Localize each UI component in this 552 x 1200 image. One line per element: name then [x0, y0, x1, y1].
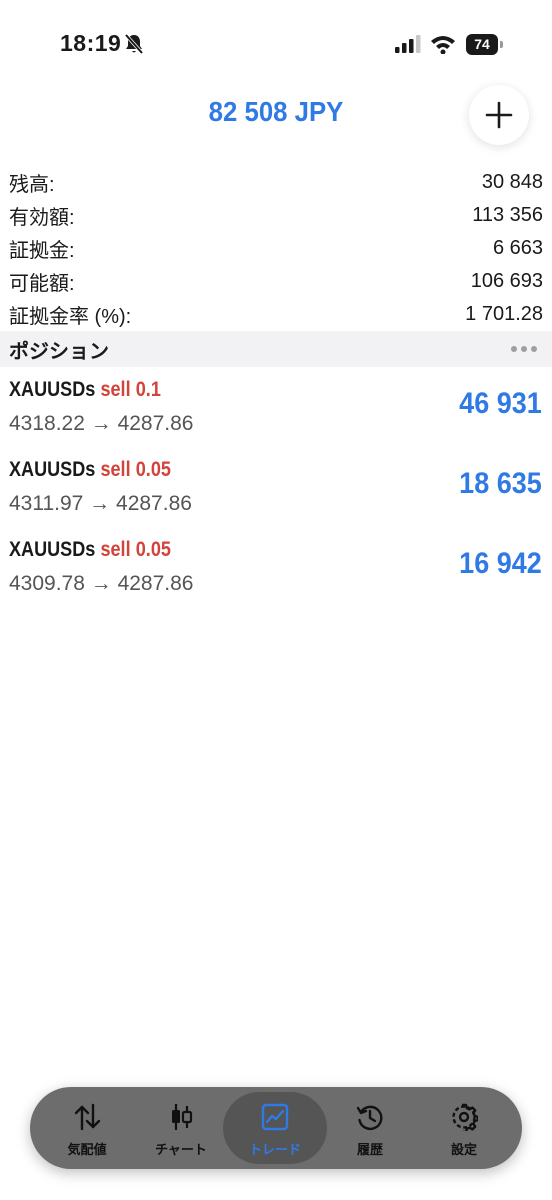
- position-symbol: XAUUSDs: [9, 458, 96, 481]
- position-prices: 4311.97 → 4287.86: [9, 492, 192, 515]
- position-row[interactable]: XAUUSDs sell 0.1 4318.22 → 4287.86 46 931: [0, 372, 552, 452]
- tab-label: トレード: [248, 1142, 301, 1157]
- position-row[interactable]: XAUUSDs sell 0.05 4309.78 → 4287.86 16 942: [0, 532, 552, 612]
- summary-row-balance: 残高: 30 848: [0, 166, 552, 199]
- tab-label: 設定: [450, 1142, 477, 1157]
- arrows-up-down-icon: [74, 1103, 101, 1131]
- battery-level: 74: [466, 34, 498, 55]
- position-prices: 4318.22 → 4287.86: [9, 412, 194, 435]
- tab-label: 履歴: [356, 1142, 383, 1157]
- plus-icon: [485, 101, 513, 129]
- position-side: sell: [100, 378, 131, 401]
- position-volume: 0.05: [135, 538, 171, 561]
- position-symbol: XAUUSDs: [9, 378, 96, 401]
- gear-icon: [452, 1103, 478, 1131]
- summary-value: 6 663: [492, 237, 543, 259]
- positions-section-header: ポジション: [0, 331, 552, 367]
- position-prices: 4309.78 → 4287.86: [9, 572, 194, 595]
- position-symbol: XAUUSDs: [9, 538, 96, 561]
- summary-label: 証拠金率 (%):: [9, 306, 132, 328]
- summary-row-margin-level: 証拠金率 (%): 1 701.28: [0, 298, 552, 331]
- summary-label: 有効額:: [9, 207, 75, 229]
- status-time: 18:19: [60, 30, 122, 56]
- summary-label: 証拠金:: [9, 240, 75, 262]
- summary-label: 可能額:: [9, 273, 75, 295]
- bell-slash-icon: [124, 33, 144, 55]
- page-title: 82 508 JPY: [208, 96, 344, 127]
- add-order-button[interactable]: [469, 85, 529, 145]
- summary-row-margin: 証拠金: 6 663: [0, 232, 552, 265]
- trade-chart-icon: [261, 1103, 289, 1131]
- signal-icon: [395, 35, 421, 53]
- summary-value: 113 356: [472, 204, 543, 226]
- status-bar: 18:19 74: [0, 0, 552, 90]
- summary-value: 30 848: [481, 171, 543, 193]
- position-row[interactable]: XAUUSDs sell 0.05 4311.97 → 4287.86 18 635: [0, 452, 552, 532]
- account-summary: 残高: 30 848 有効額: 113 356 証拠金: 6 663 可能額: …: [0, 166, 552, 331]
- summary-label: 残高:: [9, 174, 55, 196]
- tab-chart[interactable]: チャート: [134, 1087, 228, 1169]
- tab-label: チャート: [155, 1142, 207, 1157]
- position-profit: 18 635: [459, 467, 542, 500]
- position-side: sell: [100, 458, 131, 481]
- wifi-icon: [431, 36, 455, 54]
- position-profit: 46 931: [459, 387, 542, 420]
- more-options-icon[interactable]: [511, 346, 543, 352]
- summary-value: 1 701.28: [465, 303, 543, 325]
- tab-bar: 気配値 チャート トレード 履歴 設定: [30, 1087, 522, 1169]
- position-side: sell: [100, 538, 131, 561]
- tab-quotes[interactable]: 気配値: [40, 1087, 134, 1169]
- position-title: XAUUSDs sell 0.05: [9, 538, 171, 562]
- tab-settings[interactable]: 設定: [417, 1087, 511, 1169]
- candlestick-icon: [172, 1104, 193, 1130]
- summary-row-equity: 有効額: 113 356: [0, 199, 552, 232]
- tab-label: 気配値: [67, 1142, 107, 1157]
- history-icon: [356, 1105, 383, 1131]
- summary-value: 106 693: [470, 270, 543, 292]
- position-profit: 16 942: [459, 547, 542, 580]
- section-title: ポジション: [9, 340, 109, 363]
- positions-list: XAUUSDs sell 0.1 4318.22 → 4287.86 46 931 …: [0, 372, 552, 612]
- battery-indicator: 74: [466, 34, 504, 55]
- battery-tip: [500, 41, 503, 48]
- tab-trade[interactable]: トレード: [223, 1092, 327, 1164]
- summary-row-free-margin: 可能額: 106 693: [0, 265, 552, 298]
- tab-history[interactable]: 履歴: [323, 1087, 417, 1169]
- position-volume: 0.05: [135, 458, 171, 481]
- position-volume: 0.1: [135, 378, 161, 401]
- position-title: XAUUSDs sell 0.05: [9, 458, 171, 482]
- position-title: XAUUSDs sell 0.1: [9, 378, 161, 402]
